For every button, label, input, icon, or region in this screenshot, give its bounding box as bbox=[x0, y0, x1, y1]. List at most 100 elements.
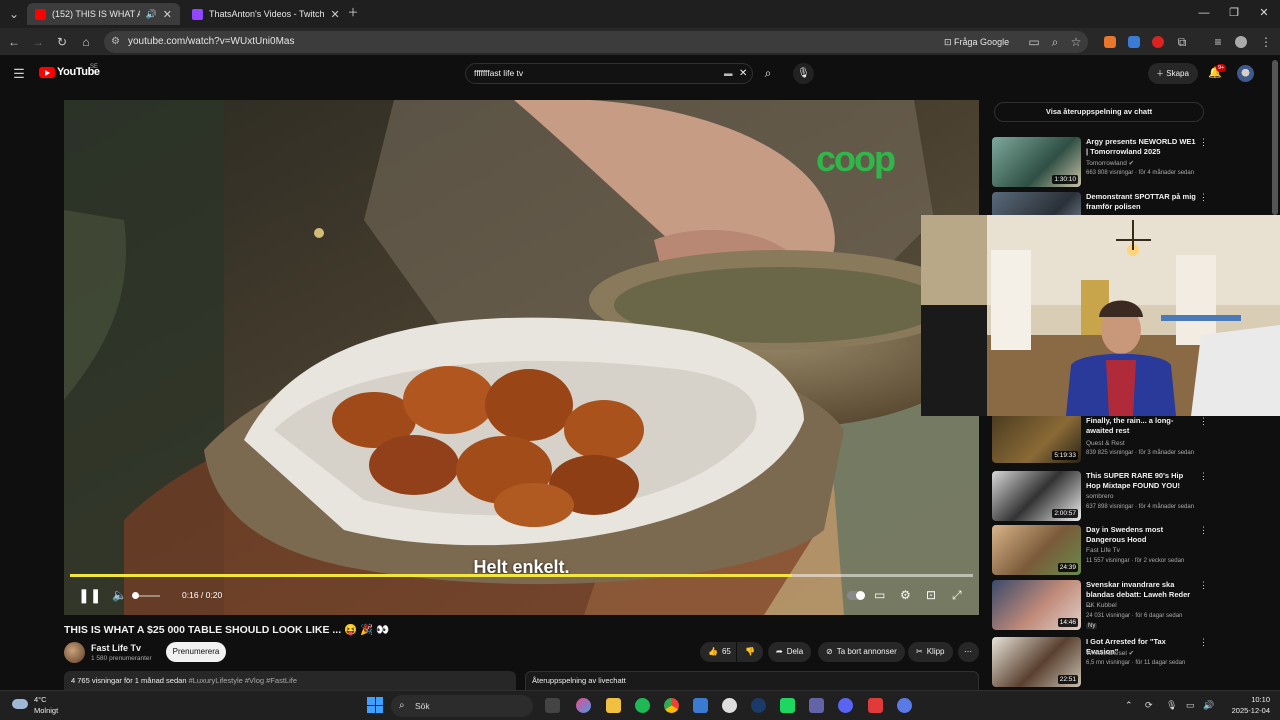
settings-gear-icon[interactable]: ⚙ bbox=[900, 587, 911, 603]
discord-icon[interactable] bbox=[838, 698, 853, 713]
close-tab-icon[interactable]: ✕ bbox=[330, 8, 339, 21]
address-bar[interactable]: ⚙ youtube.com/watch?v=WUxtUni0Mas bbox=[104, 31, 1088, 53]
video-thumbnail[interactable]: 2:00:57 bbox=[992, 471, 1081, 521]
tray-mic-icon[interactable]: 🎙 bbox=[1166, 700, 1177, 711]
chat-replay-panel[interactable]: Återuppspelning av livechatt bbox=[525, 671, 979, 691]
keyboard-icon[interactable]: ▬ bbox=[724, 64, 733, 83]
chrome-icon[interactable] bbox=[664, 698, 679, 713]
remove-ads-button[interactable]: ⊘ Ta bort annonser bbox=[818, 642, 905, 662]
video-thumbnail[interactable]: 24:39 bbox=[992, 525, 1081, 575]
taskbar-date[interactable]: 2025-12-04 bbox=[1220, 706, 1270, 715]
recommendation-item[interactable]: 1:30:10 Argy presents NEWORLD WE1 | Tomo… bbox=[992, 137, 1212, 187]
weather-description[interactable]: Molnigt bbox=[34, 706, 58, 715]
browser-menu-icon[interactable]: ⋮ bbox=[1258, 34, 1274, 50]
cloud-icon[interactable] bbox=[12, 699, 28, 709]
autoplay-toggle[interactable] bbox=[847, 591, 865, 600]
more-options-icon[interactable]: ⋮ bbox=[1199, 416, 1208, 427]
extension-blue-icon[interactable] bbox=[1128, 36, 1140, 48]
extension-fox-icon[interactable] bbox=[1104, 36, 1116, 48]
weather-temperature[interactable]: 4°C bbox=[34, 695, 47, 704]
steam-icon[interactable] bbox=[751, 698, 766, 713]
channel-avatar[interactable] bbox=[64, 642, 85, 663]
new-tab-icon[interactable]: ＋ bbox=[345, 5, 361, 21]
tray-volume-icon[interactable]: 🔊 bbox=[1203, 700, 1214, 711]
search-button[interactable]: ⌕ bbox=[753, 63, 783, 84]
extensions-puzzle-icon[interactable]: ⧉ bbox=[1174, 34, 1190, 50]
taskbar-search[interactable]: ⌕ Sök bbox=[391, 695, 533, 717]
video-thumbnail[interactable]: 22:51 bbox=[992, 637, 1081, 687]
home-icon[interactable]: ⌂ bbox=[78, 34, 94, 50]
video-thumbnail[interactable]: 1:30:10 bbox=[992, 137, 1081, 187]
profile-icon[interactable] bbox=[1235, 36, 1247, 48]
more-options-icon[interactable]: ⋮ bbox=[1199, 137, 1208, 148]
close-window-icon[interactable]: ✕ bbox=[1256, 5, 1272, 21]
like-button[interactable]: 👍 65 bbox=[700, 642, 736, 662]
recommendation-item[interactable]: 5:19:33 Finally, the rain... a long-awai… bbox=[992, 416, 1212, 463]
more-actions-button[interactable]: ⋯ bbox=[958, 642, 979, 662]
ask-google-button[interactable]: ⊡ Fråga Google bbox=[944, 31, 1009, 53]
more-options-icon[interactable]: ⋮ bbox=[1199, 637, 1208, 648]
bookmark-star-icon[interactable]: ☆ bbox=[1068, 34, 1084, 50]
windows-start-icon[interactable] bbox=[367, 697, 383, 713]
tab-youtube[interactable]: (152) THIS IS WHAT A $25 🔊 ✕ bbox=[27, 3, 180, 25]
forward-icon[interactable]: → bbox=[30, 34, 46, 50]
extension-red-icon[interactable] bbox=[1152, 36, 1164, 48]
dislike-button[interactable]: 👎 bbox=[737, 642, 763, 662]
spotify-icon[interactable] bbox=[635, 698, 650, 713]
zoom-icon[interactable]: ⌕ bbox=[1047, 34, 1063, 50]
recommendation-item[interactable]: 14:46 Svenskar invandrare ska blandas de… bbox=[992, 580, 1212, 630]
red-app-icon[interactable] bbox=[868, 698, 883, 713]
recommendation-item[interactable]: 2:00:57 This SUPER RARE 90's Hip Hop Mix… bbox=[992, 471, 1212, 521]
clear-search-icon[interactable]: ✕ bbox=[739, 64, 747, 83]
copilot-icon[interactable] bbox=[576, 698, 591, 713]
miniplayer-icon[interactable]: ⊡ bbox=[926, 587, 936, 603]
volume-icon[interactable]: 🔈 bbox=[112, 587, 127, 603]
channel-name[interactable]: Fast Life Tv bbox=[91, 643, 141, 653]
minimize-icon[interactable]: — bbox=[1196, 5, 1212, 21]
page-scrollbar[interactable] bbox=[1272, 60, 1278, 215]
captions-icon[interactable]: ▭ bbox=[874, 587, 885, 603]
green-app-icon[interactable] bbox=[780, 698, 795, 713]
window-app-icon[interactable] bbox=[693, 698, 708, 713]
more-options-icon[interactable]: ⋮ bbox=[1199, 580, 1208, 591]
reading-list-icon[interactable]: ≡ bbox=[1210, 34, 1226, 50]
hamburger-menu-icon[interactable]: ☰ bbox=[11, 66, 27, 82]
youtube-logo-icon[interactable] bbox=[39, 67, 55, 78]
voice-search-button[interactable]: 🎙 bbox=[793, 63, 814, 84]
taskbar-time[interactable]: 10:10 bbox=[1226, 695, 1270, 704]
recommendation-item[interactable]: 24:39 Day in Swedens most Dangerous Hood… bbox=[992, 525, 1212, 575]
video-player[interactable]: coop Helt enkelt. ❚❚ 🔈 0:16 / 0:20 ▭ ⚙ ⊡… bbox=[64, 100, 979, 615]
tray-chevron-icon[interactable]: ⌃ bbox=[1125, 700, 1133, 711]
video-thumbnail[interactable]: 5:19:33 bbox=[992, 416, 1081, 463]
blue-app-icon[interactable] bbox=[897, 698, 912, 713]
recommendation-item[interactable]: 22:51 I Got Arrested for "Tax Evasion" W… bbox=[992, 637, 1212, 687]
maximize-icon[interactable]: ❐ bbox=[1226, 5, 1242, 21]
reload-icon[interactable]: ↻ bbox=[54, 34, 70, 50]
share-button[interactable]: ➦ Dela bbox=[768, 642, 812, 662]
show-chat-replay-button[interactable]: Visa återuppspelning av chatt bbox=[994, 102, 1204, 122]
search-input[interactable]: fffffffast life tv ▬ ✕ bbox=[465, 63, 753, 84]
more-options-icon[interactable]: ⋮ bbox=[1199, 471, 1208, 482]
task-view-icon[interactable] bbox=[545, 698, 560, 713]
description-box[interactable]: 4 765 visningar för 1 månad sedan #Luxur… bbox=[64, 671, 516, 691]
tab-twitch[interactable]: ThatsAnton's Videos - Twitch ✕ bbox=[184, 3, 340, 25]
hashtags[interactable]: #LuxuryLifestyle #Vlog #FastLife bbox=[189, 676, 297, 685]
video-thumbnail[interactable]: 14:46 bbox=[992, 580, 1081, 630]
file-explorer-icon[interactable] bbox=[606, 698, 621, 713]
tab-search-icon[interactable]: ⌄ bbox=[6, 6, 22, 22]
site-info-icon[interactable]: ⚙ bbox=[111, 31, 120, 53]
more-options-icon[interactable]: ⋮ bbox=[1199, 525, 1208, 536]
close-tab-icon[interactable]: ✕ bbox=[163, 8, 172, 21]
fullscreen-icon[interactable]: ⤢ bbox=[952, 587, 962, 603]
back-icon[interactable]: ← bbox=[6, 34, 22, 50]
tray-network-icon[interactable]: ▭ bbox=[1186, 700, 1195, 711]
account-avatar[interactable] bbox=[1237, 65, 1254, 82]
pause-button[interactable]: ❚❚ bbox=[78, 587, 101, 603]
create-button[interactable]: ＋ Skapa bbox=[1148, 63, 1198, 84]
teams-icon[interactable] bbox=[809, 698, 824, 713]
subscribe-button[interactable]: Prenumerera bbox=[166, 642, 226, 662]
obs-icon[interactable] bbox=[722, 698, 737, 713]
cast-icon[interactable]: ▭ bbox=[1026, 34, 1042, 50]
volume-knob[interactable] bbox=[132, 592, 139, 599]
more-options-icon[interactable]: ⋮ bbox=[1199, 192, 1208, 203]
